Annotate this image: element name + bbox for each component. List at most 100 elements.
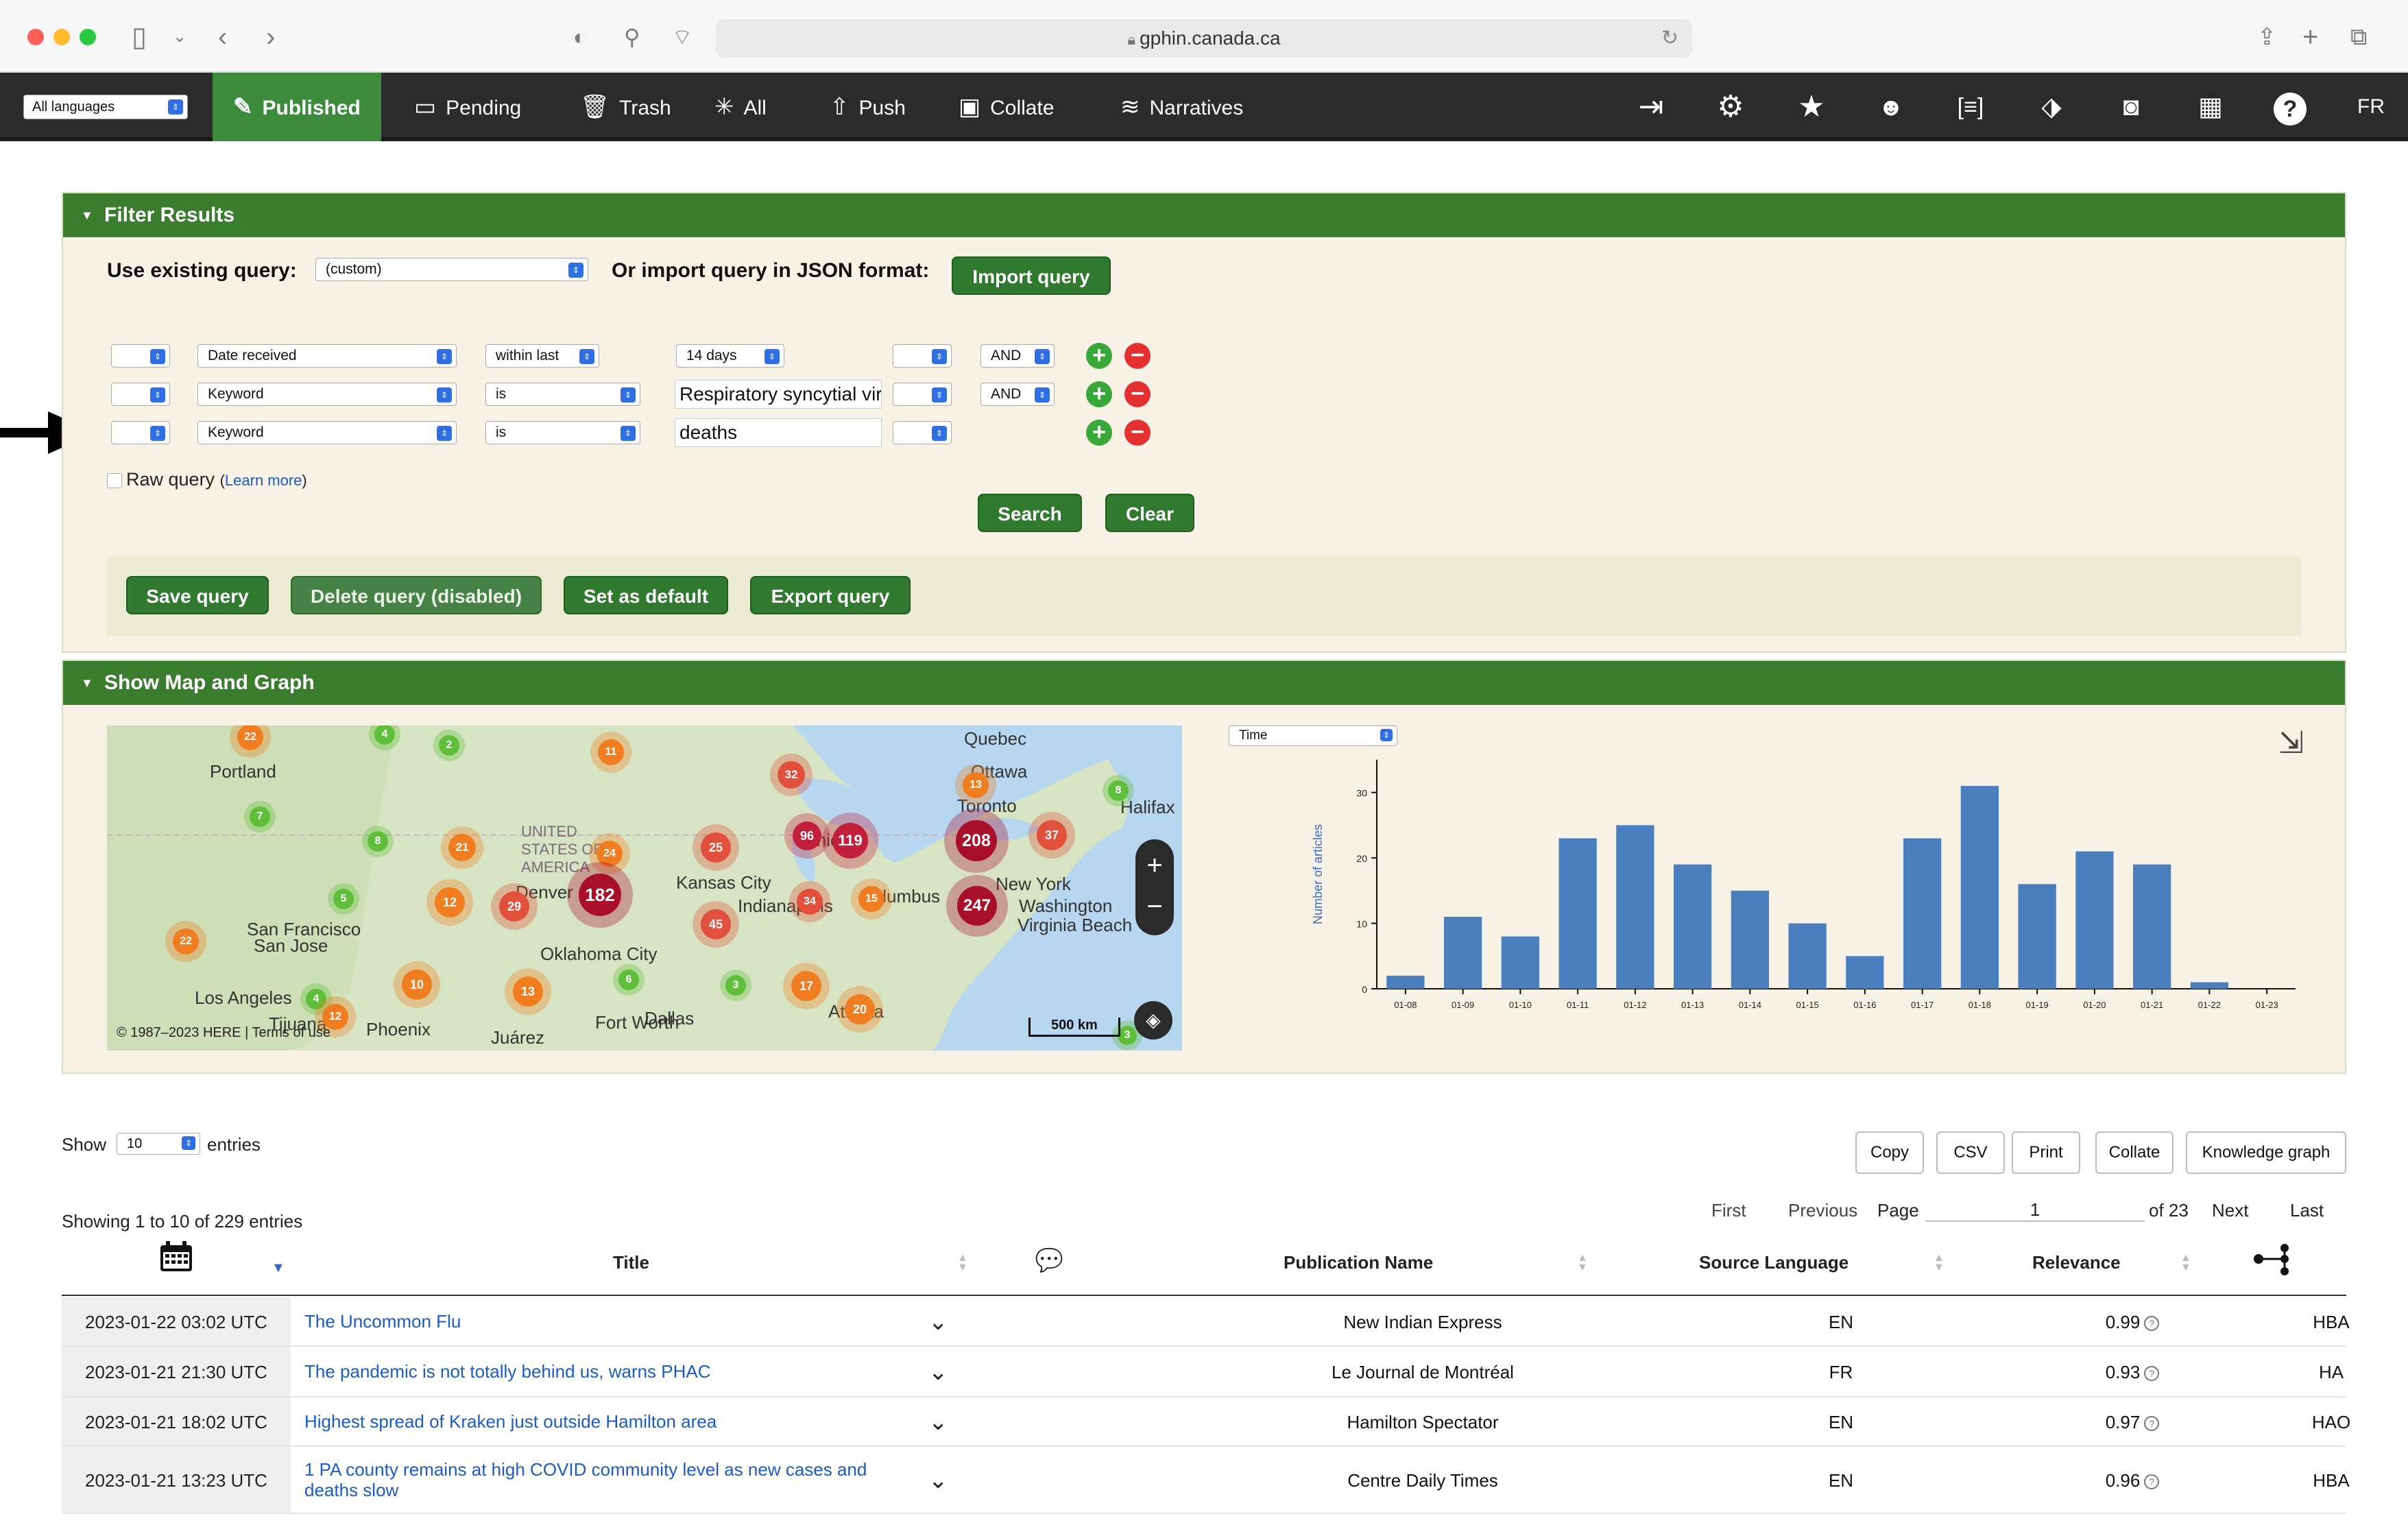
chart-bar[interactable] — [1443, 917, 1482, 989]
map-cluster-marker[interactable]: 25 — [701, 832, 731, 863]
page-number-input[interactable]: 1 — [1925, 1197, 2145, 1222]
star-icon[interactable]: ★ — [1792, 88, 1831, 126]
row-title-link[interactable]: The pandemic is not totally behind us, w… — [304, 1347, 894, 1396]
map-cluster-marker[interactable]: 182 — [579, 874, 621, 916]
learn-more-link[interactable]: Learn more — [225, 472, 302, 489]
chart-bar[interactable] — [1673, 864, 1712, 989]
map-cluster-marker[interactable]: 21 — [448, 834, 476, 861]
paren-close-select[interactable]: ⇕ — [893, 344, 952, 368]
chart-bar[interactable] — [1558, 838, 1597, 989]
reload-icon[interactable]: ↻ — [1661, 19, 1678, 58]
privacy-icon[interactable]: ⌔ — [672, 21, 693, 53]
column-header-publication[interactable]: Publication Name — [1284, 1252, 1433, 1273]
search-button[interactable]: Search — [978, 494, 1082, 532]
sort-arrows-icon[interactable]: ▲ ▼ — [1934, 1253, 1945, 1273]
tags-icon[interactable]: ⬗ — [2032, 88, 2071, 126]
entries-select[interactable]: 10 ⇕ — [117, 1133, 200, 1155]
map-cluster-marker[interactable]: 7 — [250, 806, 270, 827]
extension-icon[interactable]: ⚲ — [624, 21, 640, 53]
chart-bar[interactable] — [2018, 884, 2056, 989]
language-toggle[interactable]: FR — [2357, 73, 2385, 141]
keyword-input[interactable]: deaths — [675, 418, 882, 447]
operator-select[interactable]: within last ⇕ — [485, 344, 599, 368]
operator-select[interactable]: is ⇕ — [485, 421, 640, 444]
tab-pending[interactable]: ▭ Pending — [394, 73, 542, 141]
expand-chevron-icon[interactable]: ⌄ — [928, 1397, 948, 1447]
value-select[interactable]: 14 days ⇕ — [676, 344, 784, 368]
sort-desc-icon[interactable]: ▼ — [272, 1260, 285, 1276]
tab-narratives[interactable]: ≋ Narratives — [1100, 73, 1264, 141]
chart-bar[interactable] — [1846, 956, 1884, 989]
map-cluster-marker[interactable]: 10 — [402, 970, 432, 1000]
map-cluster-marker[interactable]: 2 — [439, 735, 459, 756]
calendar-icon[interactable] — [159, 1241, 193, 1273]
help-circle-icon[interactable]: ? — [2144, 1366, 2160, 1382]
tab-trash[interactable]: 🗑︎ Trash — [559, 73, 692, 141]
chart-bar[interactable] — [2132, 864, 2171, 989]
table-row[interactable]: 2023-01-21 21:30 UTC The pandemic is not … — [62, 1347, 2346, 1397]
paren-select[interactable]: ⇕ — [111, 383, 170, 406]
knowledge-graph-icon[interactable] — [2253, 1244, 2291, 1279]
add-row-icon[interactable]: + — [1086, 420, 1112, 446]
map-attribution[interactable]: © 1987–2023 HERE | Terms of use — [117, 1025, 330, 1041]
map-graph-header[interactable]: ▼ Show Map and Graph — [63, 661, 2345, 705]
forward-arrow-icon[interactable]: › — [266, 21, 275, 53]
new-tab-icon[interactable]: + — [2302, 21, 2318, 53]
language-select[interactable]: All languages ⇕ — [23, 95, 188, 119]
map-cluster-marker[interactable]: 96 — [793, 821, 821, 850]
users-icon[interactable]: ☻ — [1872, 88, 1910, 126]
tab-all[interactable]: ✳ All — [694, 73, 787, 141]
map-cluster-marker[interactable]: 17 — [791, 971, 821, 1001]
chart-bar[interactable] — [1903, 838, 1942, 989]
tab-published[interactable]: ✎ Published — [213, 73, 381, 141]
close-window-button[interactable] — [27, 29, 44, 45]
map-cluster-marker[interactable]: 13 — [963, 772, 989, 798]
brackets-icon[interactable]: [≡] — [1951, 88, 1990, 126]
existing-query-select[interactable]: (custom) ⇕ — [315, 258, 588, 281]
conjunction-select[interactable]: AND ⇕ — [980, 383, 1055, 406]
chart-bar[interactable] — [2190, 982, 2229, 989]
map-cluster-marker[interactable]: 45 — [701, 909, 731, 939]
remove-row-icon[interactable]: − — [1124, 343, 1151, 369]
export-icon[interactable]: ⇥ — [1632, 88, 1670, 126]
map-cluster-marker[interactable]: 24 — [597, 841, 623, 867]
map-cluster-marker[interactable]: 247 — [957, 886, 997, 926]
chart-bar[interactable] — [1731, 890, 1770, 989]
map-cluster-marker[interactable]: 208 — [956, 820, 997, 861]
shield-icon[interactable]: ◐ — [573, 21, 586, 53]
help-icon[interactable]: ? — [2271, 88, 2309, 126]
import-query-button[interactable]: Import query — [952, 256, 1111, 295]
print-button[interactable]: Print — [2012, 1131, 2080, 1174]
rss-icon[interactable]: ◙ — [2112, 88, 2150, 126]
layers-icon[interactable]: ◈ — [1134, 1001, 1172, 1040]
expand-chevron-icon[interactable]: ⌄ — [928, 1447, 948, 1514]
graph-type-select[interactable]: Time ⇕ — [1229, 725, 1397, 746]
remove-row-icon[interactable]: − — [1124, 420, 1151, 446]
expand-chevron-icon[interactable]: ⌄ — [928, 1347, 948, 1397]
export-query-button[interactable]: Export query — [750, 576, 911, 614]
pager-previous[interactable]: Previous — [1788, 1200, 1857, 1221]
address-bar[interactable]: 🔒︎ gphin.canada.ca ↻ — [716, 19, 1692, 58]
pager-first[interactable]: First — [1711, 1200, 1746, 1221]
share-icon[interactable]: ⇪ — [2257, 21, 2277, 53]
map-cluster-marker[interactable]: 6 — [618, 970, 639, 990]
map-cluster-marker[interactable]: 12 — [435, 887, 465, 917]
table-row[interactable]: 2023-01-21 18:02 UTC Highest spread of Kr… — [62, 1397, 2350, 1447]
comments-icon[interactable]: 💬︎ — [1030, 1242, 1068, 1278]
conjunction-select[interactable]: AND ⇕ — [980, 344, 1055, 368]
hospital-icon[interactable]: ▦ — [2191, 88, 2230, 126]
knowledge-graph-button[interactable]: Knowledge graph — [2186, 1131, 2346, 1174]
chart-bar[interactable] — [2075, 851, 2114, 989]
tab-overview-icon[interactable]: ⧉ — [2350, 21, 2367, 53]
collate-button[interactable]: Collate — [2095, 1131, 2174, 1174]
column-header-title[interactable]: Title — [613, 1252, 649, 1273]
set-default-button[interactable]: Set as default — [564, 576, 728, 614]
map-cluster-marker[interactable]: 22 — [173, 928, 199, 954]
paren-close-select[interactable]: ⇕ — [893, 421, 952, 444]
tab-push[interactable]: ⇧ Push — [809, 73, 926, 141]
chevron-down-icon[interactable]: ⌄ — [173, 21, 186, 53]
map-cluster-marker[interactable]: 5 — [333, 889, 354, 909]
map-cluster-marker[interactable]: 119 — [832, 823, 868, 858]
sort-arrows-icon[interactable]: ▲ ▼ — [1577, 1253, 1588, 1273]
chart-bar[interactable] — [1386, 975, 1425, 989]
